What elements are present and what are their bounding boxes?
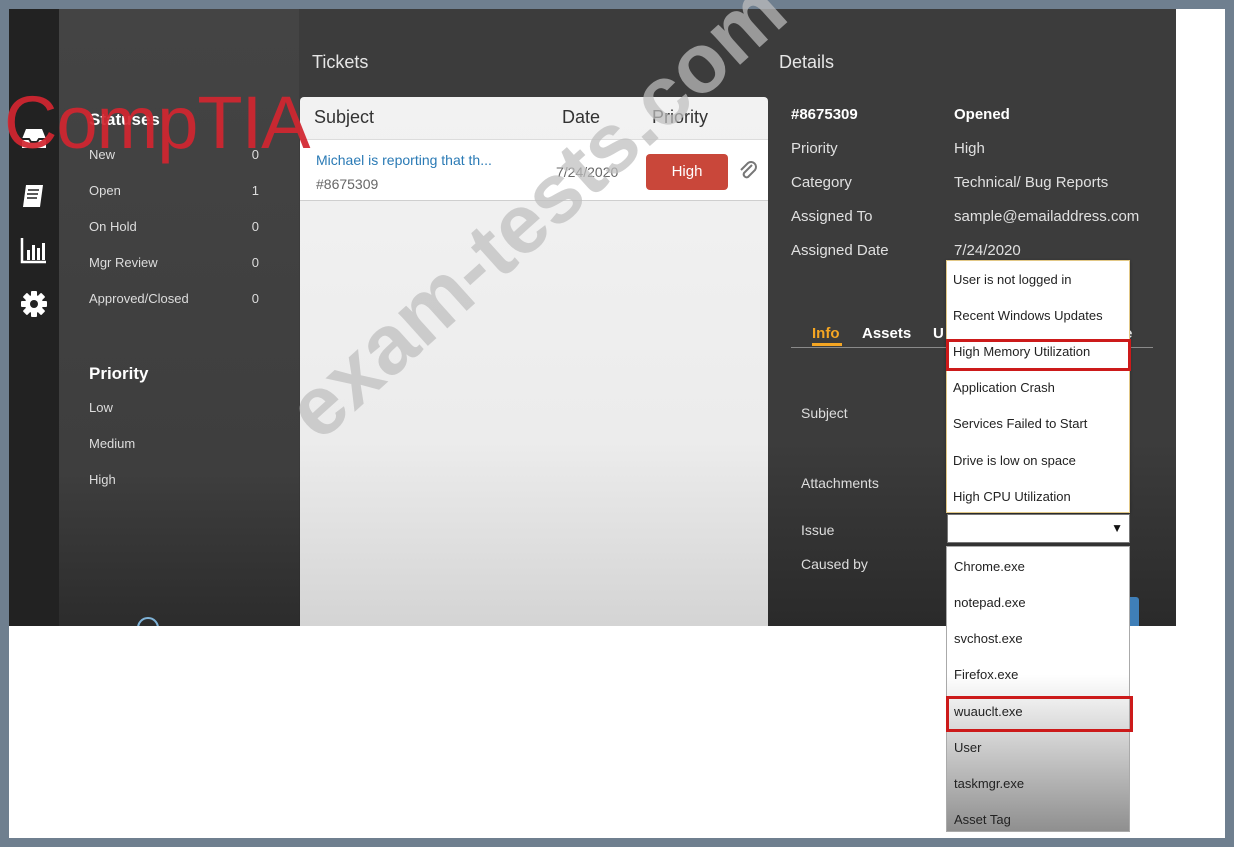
- gear-icon[interactable]: [19, 289, 49, 319]
- issue-option[interactable]: Services Failed to Start: [953, 416, 1087, 431]
- ticket-status: Opened: [954, 106, 1010, 123]
- issue-option[interactable]: Drive is low on space: [953, 453, 1076, 468]
- category-value: Technical/ Bug Reports: [954, 174, 1109, 191]
- status-on-hold[interactable]: On Hold 0: [89, 219, 259, 234]
- dropdown-arrow-icon: ▼: [1111, 521, 1123, 535]
- status-count: 0: [251, 255, 259, 270]
- issue-option[interactable]: Recent Windows Updates: [953, 308, 1103, 323]
- status-approved-closed[interactable]: Approved/Closed 0: [89, 291, 259, 306]
- priority-heading: Priority: [89, 364, 149, 383]
- assigned-to-label: Assigned To: [791, 208, 873, 225]
- caused-by-option[interactable]: User: [954, 740, 981, 755]
- status-mgr-review[interactable]: Mgr Review 0: [89, 255, 259, 270]
- subject-label: Subject: [801, 405, 848, 421]
- ticket-id: #8675309: [316, 176, 379, 192]
- status-label: Approved/Closed: [89, 291, 189, 306]
- caused-by-option[interactable]: notepad.exe: [954, 595, 1026, 610]
- priority-high[interactable]: High: [89, 472, 116, 487]
- caused-by-option[interactable]: taskmgr.exe: [954, 776, 1024, 791]
- tab-u[interactable]: U: [933, 325, 944, 342]
- details-title: Details: [779, 52, 835, 72]
- priority-label: Priority: [791, 140, 838, 157]
- status-label: On Hold: [89, 219, 137, 234]
- issue-label: Issue: [801, 522, 835, 538]
- status-label: Open: [89, 183, 121, 198]
- priority-medium[interactable]: Medium: [89, 436, 135, 451]
- caused-by-option[interactable]: Firefox.exe: [954, 667, 1018, 682]
- status-open[interactable]: Open 1: [89, 183, 259, 198]
- status-label: Mgr Review: [89, 255, 158, 270]
- caused-by-option[interactable]: Asset Tag: [954, 812, 1011, 827]
- comptia-logo: CompTIA: [4, 81, 311, 164]
- issue-option[interactable]: High CPU Utilization: [953, 489, 1071, 504]
- issue-option[interactable]: User is not logged in: [953, 272, 1072, 287]
- caused-by-highlight-box: [946, 696, 1133, 732]
- active-tab-indicator: [812, 343, 842, 346]
- attachments-label: Attachments: [801, 475, 879, 491]
- status-count: 1: [251, 183, 259, 198]
- issue-option[interactable]: Application Crash: [953, 380, 1055, 395]
- issue-select[interactable]: ▼: [947, 514, 1130, 543]
- paperclip-icon[interactable]: [738, 160, 758, 182]
- status-count: 0: [251, 291, 259, 306]
- priority-low[interactable]: Low: [89, 400, 113, 415]
- assigned-date-value: 7/24/2020: [954, 242, 1021, 259]
- caused-by-option[interactable]: Chrome.exe: [954, 559, 1025, 574]
- caused-by-label: Caused by: [801, 556, 868, 572]
- category-label: Category: [791, 174, 852, 191]
- ticket-subject-link[interactable]: Michael is reporting that th...: [316, 152, 492, 168]
- priority-value: High: [954, 140, 985, 157]
- bar-chart-icon[interactable]: [19, 235, 49, 265]
- caused-by-option[interactable]: svchost.exe: [954, 631, 1023, 646]
- issue-dropdown-list: User is not logged in Recent Windows Upd…: [946, 260, 1130, 513]
- subject-column-header[interactable]: Subject: [314, 107, 374, 128]
- tab-assets[interactable]: Assets: [862, 325, 911, 342]
- caused-by-dropdown-list: Chrome.exe notepad.exe svchost.exe Firef…: [946, 546, 1130, 832]
- status-count: 0: [251, 219, 259, 234]
- book-icon[interactable]: [19, 181, 49, 211]
- tickets-title: Tickets: [312, 52, 369, 72]
- issue-highlight-box: [946, 339, 1131, 371]
- tab-info[interactable]: Info: [812, 325, 840, 342]
- assigned-date-label: Assigned Date: [791, 242, 889, 259]
- assigned-to-value: sample@emailaddress.com: [954, 208, 1140, 225]
- ticket-number: #8675309: [791, 106, 858, 123]
- submit-button-edge[interactable]: [1129, 597, 1139, 626]
